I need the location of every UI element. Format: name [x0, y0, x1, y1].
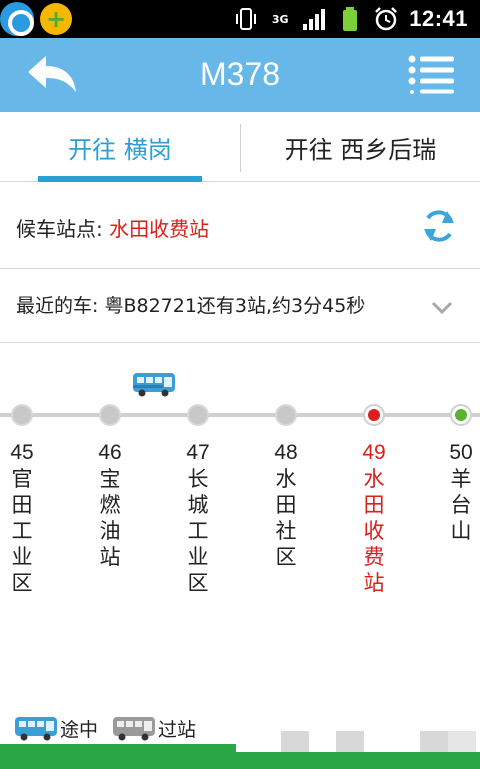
station-number: 49 [362, 441, 386, 464]
station-name: 水田收费站 [363, 467, 385, 595]
app-header: M378 [0, 38, 480, 112]
network-type: 3G [271, 12, 289, 26]
station-label[interactable]: 48 水田社区 [271, 440, 301, 570]
legend-en-route-label: 途中 [60, 718, 99, 741]
station-number: 46 [98, 441, 122, 464]
station-label[interactable]: 47 长城工业区 [183, 440, 213, 596]
active-tab-indicator [38, 176, 202, 182]
waiting-stop-row: 候车站点: 水田收费站 [0, 183, 480, 269]
station-label[interactable]: 50 羊台山 [446, 440, 476, 544]
latest-bus-text: 最近的车: 粤B82721还有3站,约3分45秒 [16, 295, 366, 317]
station-dot[interactable] [275, 404, 297, 426]
station-dot-next[interactable] [450, 404, 472, 426]
bus-en-route-icon [133, 373, 175, 397]
refresh-icon[interactable] [420, 207, 458, 245]
station-name: 官田工业区 [11, 467, 33, 595]
station-label-current[interactable]: 49 水田收费站 [359, 440, 389, 596]
bottom-bar-accent [0, 744, 236, 769]
status-bar: + 3G 12:41 [0, 0, 480, 38]
chevron-down-icon[interactable] [430, 295, 454, 319]
legend-passed-label: 过站 [158, 718, 197, 741]
direction-tabs: 开往 横岗 开往 西乡后瑞 [0, 112, 480, 182]
app-plus-icon: + [40, 3, 72, 35]
waiting-stop-text: 候车站点: 水田收费站 [16, 213, 209, 242]
menu-list-icon[interactable] [408, 54, 454, 94]
route-track [0, 413, 480, 417]
station-label[interactable]: 45 官田工业区 [7, 440, 37, 596]
station-dot[interactable] [187, 404, 209, 426]
station-number: 45 [10, 441, 34, 464]
station-name: 宝燃油站 [99, 467, 121, 569]
station-number: 48 [274, 441, 298, 464]
waiting-stop-label: 候车站点: [16, 217, 110, 241]
station-number: 50 [449, 441, 473, 464]
bottom-bar-accent [236, 752, 480, 769]
station-dot[interactable] [99, 404, 121, 426]
station-label[interactable]: 46 宝燃油站 [95, 440, 125, 570]
station-name: 长城工业区 [187, 467, 209, 595]
clock: 12:41 [409, 6, 468, 31]
battery-icon [343, 7, 358, 31]
bus-en-route-legend-icon [15, 717, 57, 741]
bus-passed-legend-icon [113, 717, 156, 741]
station-name: 水田社区 [275, 467, 297, 569]
station-dot-current[interactable] [363, 404, 385, 426]
tab-to-xixiang-hourui[interactable]: 开往 西乡后瑞 [241, 112, 480, 182]
tab-to-henggang[interactable]: 开往 横岗 [0, 112, 240, 182]
station-dot[interactable] [11, 404, 33, 426]
qq-browser-icon [0, 2, 34, 36]
station-name: 羊台山 [450, 467, 472, 543]
latest-bus-row[interactable]: 最近的车: 粤B82721还有3站,约3分45秒 [0, 269, 480, 343]
alarm-icon [375, 7, 398, 31]
signal-icon [303, 9, 326, 30]
legend: 途中 过站 [14, 713, 196, 743]
station-number: 47 [186, 441, 210, 464]
vibrate-icon [236, 8, 257, 30]
waiting-stop-name: 水田收费站 [109, 217, 210, 241]
